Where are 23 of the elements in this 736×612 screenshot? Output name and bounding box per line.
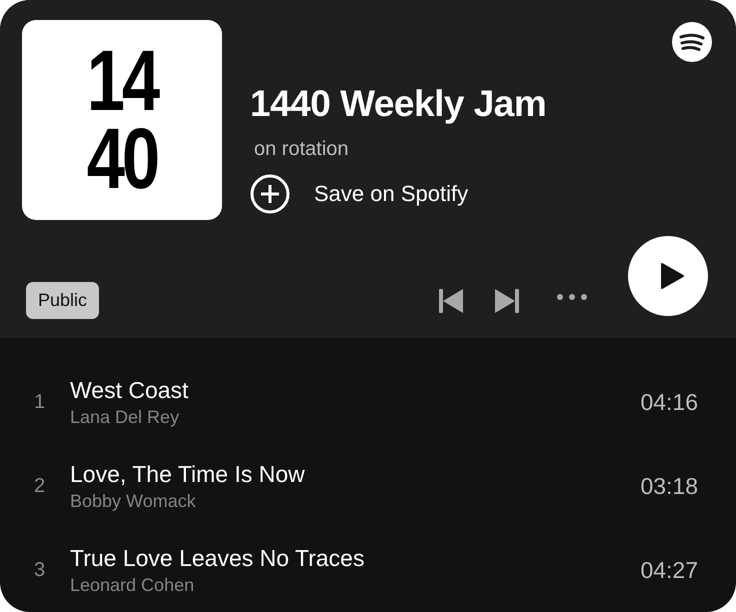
more-icon[interactable] (556, 292, 588, 300)
track-artist: Lana Del Rey (70, 406, 180, 429)
track-number: 1 (33, 390, 46, 414)
track-artist: Leonard Cohen (70, 574, 196, 597)
track-duration: 04:27 (640, 556, 698, 584)
track-title[interactable]: Love, The Time Is Now (70, 459, 640, 489)
save-link[interactable]: Save on Spotify (314, 181, 468, 207)
cover-number: 14 (86, 42, 158, 120)
add-icon[interactable] (250, 174, 290, 214)
previous-icon[interactable] (438, 288, 464, 314)
track-duration: 03:18 (640, 472, 698, 500)
track-duration: 04:16 (640, 388, 698, 416)
track-number: 2 (33, 474, 46, 498)
next-icon[interactable] (494, 288, 520, 314)
track-title[interactable]: True Love Leaves No Traces (70, 543, 640, 573)
cover-number: 40 (86, 120, 158, 198)
spotify-logo-icon[interactable] (672, 22, 712, 62)
playlist-title: 1440 Weekly Jam (250, 82, 548, 126)
public-badge: Public (26, 282, 100, 319)
track-number: 3 (33, 558, 46, 582)
track-title[interactable]: West Coast (70, 375, 640, 405)
track-artist: Bobby Womack (70, 490, 197, 513)
playlist-subtitle: on rotation (253, 138, 350, 161)
